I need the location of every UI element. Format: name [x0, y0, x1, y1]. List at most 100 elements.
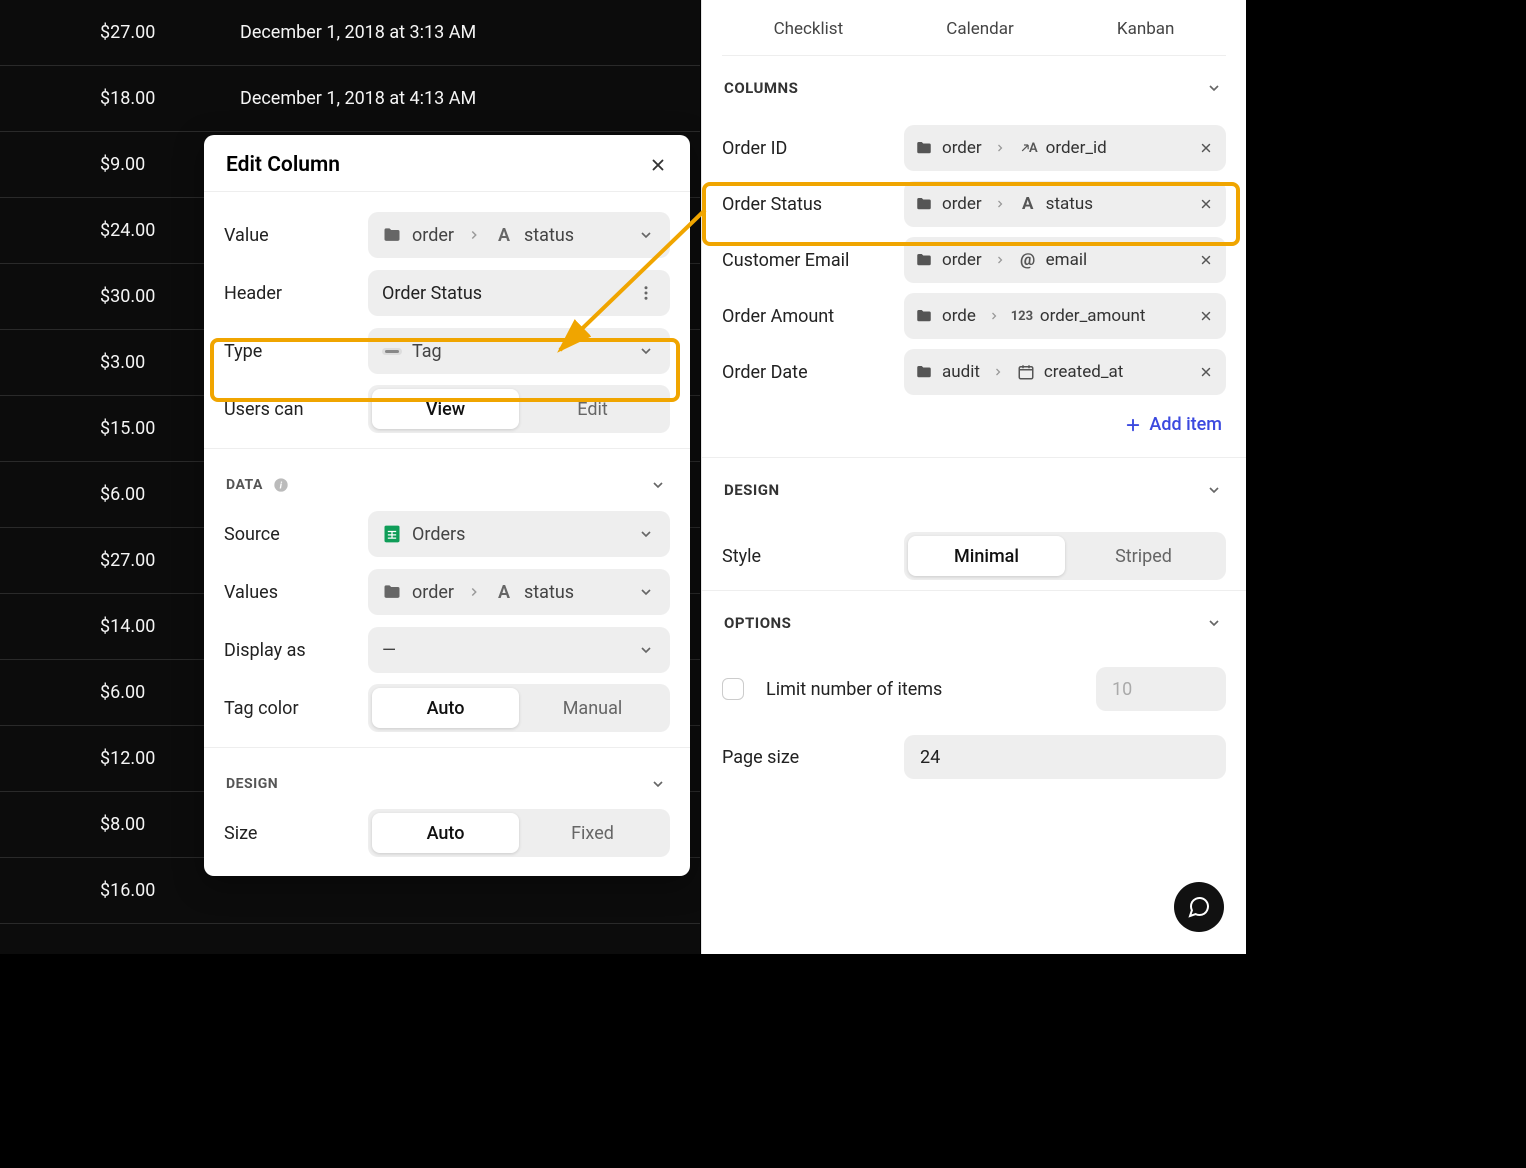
price-cell: $16.00	[20, 880, 240, 901]
chevron-right-icon	[990, 250, 1010, 270]
text-type-icon: A	[494, 582, 514, 602]
remove-icon[interactable]	[1196, 306, 1216, 326]
column-item[interactable]: Order ID order A order_id	[722, 120, 1226, 176]
folder-icon	[914, 250, 934, 270]
chat-button[interactable]	[1174, 882, 1224, 932]
size-segment: Auto Fixed	[368, 809, 670, 857]
plus-icon	[1123, 415, 1143, 435]
edit-column-popover: Edit Column Value order A status Header	[204, 135, 690, 876]
column-path[interactable]: order A order_id	[904, 125, 1226, 171]
table-row[interactable]: $27.00December 1, 2018 at 3:13 AM	[0, 0, 700, 66]
page-size-input[interactable]: 24	[904, 735, 1226, 779]
header-label: Header	[224, 283, 354, 304]
sheets-icon	[382, 524, 402, 544]
header-input[interactable]	[368, 270, 670, 316]
tab-checklist[interactable]: Checklist	[774, 19, 844, 39]
page-size-label: Page size	[722, 747, 892, 768]
chevron-down-icon	[1204, 613, 1224, 633]
column-path[interactable]: audit created_at	[904, 349, 1226, 395]
column-path[interactable]: order @ email	[904, 237, 1226, 283]
columns-section-header[interactable]: COLUMNS	[722, 56, 1226, 120]
limit-label: Limit number of items	[766, 679, 1084, 700]
remove-icon[interactable]	[1196, 138, 1216, 158]
info-icon: i	[271, 475, 291, 495]
type-select[interactable]: Tag	[368, 328, 670, 374]
type-icon: @	[1018, 250, 1038, 270]
column-item[interactable]: Order Status order A status	[722, 176, 1226, 232]
users-edit-button[interactable]: Edit	[519, 389, 666, 429]
chevron-right-icon	[984, 306, 1004, 326]
column-label: Order Date	[722, 362, 892, 383]
style-striped-button[interactable]: Striped	[1065, 536, 1222, 576]
date-cell: December 1, 2018 at 4:13 AM	[240, 88, 680, 109]
chevron-right-icon	[464, 582, 484, 602]
style-label: Style	[722, 546, 892, 567]
column-label: Customer Email	[722, 250, 892, 271]
value-path[interactable]: order A status	[368, 212, 670, 258]
limit-checkbox[interactable]	[722, 678, 744, 700]
tagcolor-manual-button[interactable]: Manual	[519, 688, 666, 728]
column-label: Order Status	[722, 194, 892, 215]
column-label: Order ID	[722, 138, 892, 159]
column-item[interactable]: Order Date audit created_at	[722, 344, 1226, 400]
column-label: Order Amount	[722, 306, 892, 327]
tag-icon	[382, 341, 402, 361]
chevron-down-icon	[1204, 480, 1224, 500]
chevron-down-icon	[636, 582, 656, 602]
svg-text:i: i	[280, 480, 283, 491]
close-icon[interactable]	[648, 155, 668, 175]
source-select[interactable]: Orders	[368, 511, 670, 557]
folder-icon	[914, 306, 934, 326]
date-cell: December 1, 2018 at 3:13 AM	[240, 22, 680, 43]
view-tabs: Checklist Calendar Kanban	[722, 0, 1226, 56]
value-label: Value	[224, 225, 354, 246]
style-segment: Minimal Striped	[904, 532, 1226, 580]
popover-title: Edit Column	[226, 153, 340, 177]
design-section-header[interactable]: DESIGN	[722, 458, 1226, 522]
folder-icon	[382, 582, 402, 602]
chevron-right-icon	[464, 225, 484, 245]
text-type-icon: A	[494, 225, 514, 245]
chevron-down-icon	[648, 774, 668, 794]
folder-icon	[914, 194, 934, 214]
style-minimal-button[interactable]: Minimal	[908, 536, 1065, 576]
users-label: Users can	[224, 399, 354, 420]
remove-icon[interactable]	[1196, 362, 1216, 382]
values-path[interactable]: order A status	[368, 569, 670, 615]
data-section-header[interactable]: DATA i	[224, 449, 670, 505]
size-fixed-button[interactable]: Fixed	[519, 813, 666, 853]
column-item[interactable]: Order Amount orde 123 order_amount	[722, 288, 1226, 344]
column-path[interactable]: order A status	[904, 181, 1226, 227]
price-cell: $18.00	[20, 88, 240, 109]
folder-icon	[914, 138, 934, 158]
chevron-right-icon	[990, 194, 1010, 214]
type-icon: 123	[1012, 306, 1032, 326]
chevron-down-icon	[636, 524, 656, 544]
remove-icon[interactable]	[1196, 194, 1216, 214]
folder-icon	[914, 362, 934, 382]
display-select[interactable]: —	[368, 627, 670, 673]
more-icon[interactable]	[636, 283, 656, 303]
right-sidebar: Checklist Calendar Kanban COLUMNS Order …	[701, 0, 1246, 954]
type-icon: A	[1018, 138, 1038, 158]
type-label: Type	[224, 341, 354, 362]
source-label: Source	[224, 524, 354, 545]
chevron-down-icon	[636, 640, 656, 660]
add-item-button[interactable]: Add item	[722, 400, 1226, 457]
folder-icon	[382, 225, 402, 245]
options-section-header[interactable]: OPTIONS	[722, 591, 1226, 655]
column-path[interactable]: orde 123 order_amount	[904, 293, 1226, 339]
tagcolor-segment: Auto Manual	[368, 684, 670, 732]
column-item[interactable]: Customer Email order @ email	[722, 232, 1226, 288]
limit-input[interactable]: 10	[1096, 667, 1226, 711]
type-icon: A	[1018, 194, 1038, 214]
table-row[interactable]: $18.00December 1, 2018 at 4:13 AM	[0, 66, 700, 132]
size-auto-button[interactable]: Auto	[372, 813, 519, 853]
type-icon	[1016, 362, 1036, 382]
design-section-header[interactable]: DESIGN	[224, 748, 670, 804]
remove-icon[interactable]	[1196, 250, 1216, 270]
tab-calendar[interactable]: Calendar	[946, 19, 1013, 39]
tab-kanban[interactable]: Kanban	[1117, 19, 1174, 39]
tagcolor-auto-button[interactable]: Auto	[372, 688, 519, 728]
users-view-button[interactable]: View	[372, 389, 519, 429]
